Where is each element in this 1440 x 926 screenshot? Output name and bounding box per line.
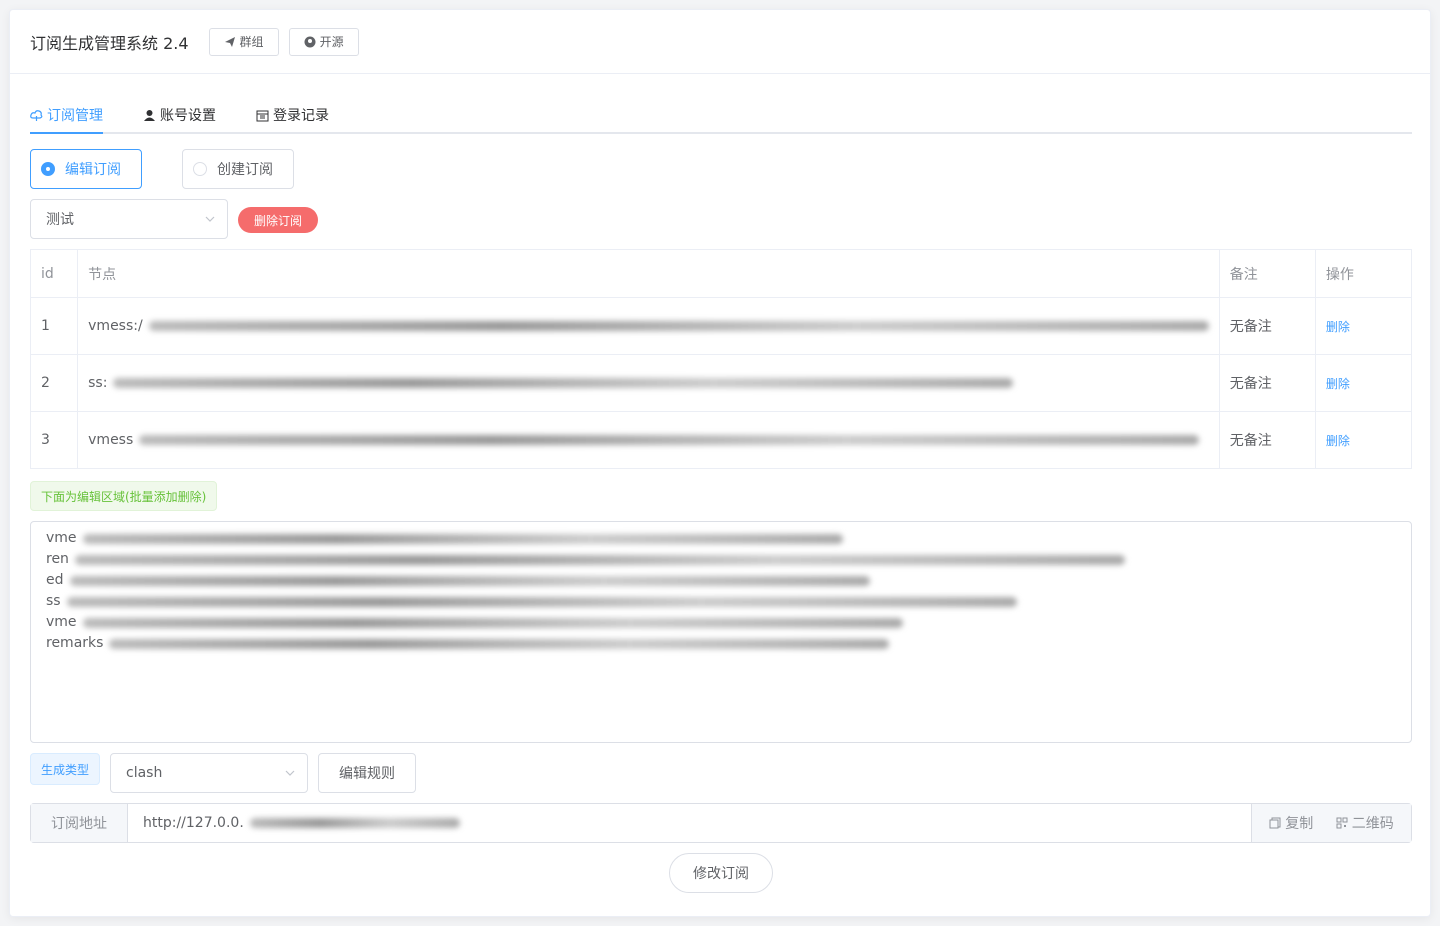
tab-label: 登录记录 <box>273 108 329 124</box>
redacted-content <box>113 378 1014 388</box>
generate-type-select[interactable]: clash <box>110 753 308 793</box>
textarea-line: remarks <box>46 633 1396 654</box>
line-text: remarks <box>46 635 104 651</box>
delete-row-link[interactable]: 删除 <box>1326 320 1350 334</box>
column-header-node: 节点 <box>77 249 1220 298</box>
github-icon <box>304 36 316 47</box>
redacted-content <box>82 533 843 544</box>
copy-button[interactable]: 复制 <box>1269 813 1313 833</box>
node-text: vmess <box>88 432 134 448</box>
line-text: ren <box>46 551 69 567</box>
user-icon <box>144 109 155 121</box>
redacted-content <box>69 575 870 586</box>
create-subscription-label: 创建订阅 <box>217 162 273 178</box>
column-header-action: 操作 <box>1315 249 1413 298</box>
textarea-line: vme <box>46 612 1396 633</box>
qrcode-icon <box>1336 817 1348 829</box>
redacted-content <box>66 596 1017 607</box>
row-remark: 无备注 <box>1219 297 1316 355</box>
textarea-line: ed <box>46 570 1396 591</box>
row-node: vmess <box>77 411 1220 469</box>
radio-checked-icon <box>41 162 55 176</box>
opensource-button[interactable]: 开源 <box>288 27 359 56</box>
textarea-line: ren <box>46 549 1396 570</box>
subscription-url-group: 订阅地址 http://127.0.0. 复制 二维码 <box>30 803 1412 843</box>
table-header-row: id 节点 备注 操作 <box>30 249 1413 298</box>
tab-account-settings[interactable]: 账号设置 <box>143 98 216 132</box>
row-id: 1 <box>30 297 79 355</box>
modify-subscription-button[interactable]: 修改订阅 <box>669 853 773 893</box>
tab-label: 账号设置 <box>160 108 216 124</box>
chevron-down-icon <box>285 770 295 776</box>
subscription-select-value: 测试 <box>46 212 74 228</box>
tabs: 订阅管理 账号设置 登录记录 <box>30 98 1412 134</box>
row-action-cell: 删除 <box>1315 297 1413 355</box>
line-text: vme <box>46 614 77 630</box>
tab-subscription-management[interactable]: 订阅管理 <box>30 98 103 134</box>
edit-subscription-label: 编辑订阅 <box>65 162 121 178</box>
table-row: 3 vmess 无备注 删除 <box>30 411 1413 469</box>
line-text: ed <box>46 572 64 588</box>
qrcode-button[interactable]: 二维码 <box>1336 813 1394 833</box>
url-actions: 复制 二维码 <box>1251 804 1411 842</box>
edit-subscription-radio[interactable]: 编辑订阅 <box>30 149 142 189</box>
tab-login-records[interactable]: 登录记录 <box>256 98 329 132</box>
qrcode-label: 二维码 <box>1351 816 1394 832</box>
card-header: 订阅生成管理系统 2.4 群组 开源 <box>10 10 1430 74</box>
subscription-url-value: http://127.0.0. <box>143 815 244 831</box>
redacted-content <box>109 638 890 649</box>
tab-label: 订阅管理 <box>47 108 103 124</box>
delete-subscription-button[interactable]: 删除订阅 <box>238 207 318 233</box>
row-remark: 无备注 <box>1219 411 1316 469</box>
nodes-table: id 节点 备注 操作 1 vmess:/ 无备注 删除 2 ss: 无备注 删… <box>30 249 1413 469</box>
group-button-label: 群组 <box>239 35 264 49</box>
row-node: vmess:/ <box>77 297 1220 355</box>
column-header-remark: 备注 <box>1219 249 1316 298</box>
textarea-line: ss <box>46 591 1396 612</box>
table-row: 1 vmess:/ 无备注 删除 <box>30 297 1413 355</box>
row-action-cell: 删除 <box>1315 354 1413 412</box>
redacted-content <box>148 321 1209 331</box>
copy-icon <box>1269 817 1281 829</box>
create-subscription-radio[interactable]: 创建订阅 <box>182 149 294 189</box>
redacted-content <box>74 554 1125 565</box>
redacted-content <box>249 818 460 828</box>
calendar-icon <box>256 110 269 121</box>
delete-row-link[interactable]: 删除 <box>1326 377 1350 391</box>
cloud-icon <box>30 109 43 121</box>
subscription-url-input[interactable]: http://127.0.0. <box>128 804 1251 842</box>
redacted-content <box>82 617 903 628</box>
node-text: ss: <box>88 375 108 391</box>
generate-type-value: clash <box>126 765 163 781</box>
subscription-select[interactable]: 测试 <box>30 199 228 239</box>
row-remark: 无备注 <box>1219 354 1316 412</box>
delete-row-link[interactable]: 删除 <box>1326 434 1350 448</box>
row-action-cell: 删除 <box>1315 411 1413 469</box>
send-icon <box>224 36 235 47</box>
app-title: 订阅生成管理系统 2.4 <box>30 33 189 53</box>
group-button[interactable]: 群组 <box>208 27 279 56</box>
chevron-down-icon <box>205 216 215 222</box>
generate-type-tag: 生成类型 <box>30 753 101 785</box>
radio-unchecked-icon <box>193 162 207 176</box>
line-text: vme <box>46 530 77 546</box>
redacted-content <box>139 435 1200 445</box>
row-node: ss: <box>77 354 1220 412</box>
row-id: 2 <box>30 354 79 412</box>
edit-rules-button[interactable]: 编辑规则 <box>318 753 416 793</box>
node-text: vmess:/ <box>88 318 143 334</box>
column-header-id: id <box>30 249 79 298</box>
nodes-textarea[interactable]: vme ren ed ss vme remarks <box>30 521 1412 743</box>
line-text: ss <box>46 593 61 609</box>
main-card: 订阅生成管理系统 2.4 群组 开源 订阅管理 账号设置 登录记录 编辑订阅 创… <box>9 9 1431 917</box>
copy-label: 复制 <box>1285 816 1314 832</box>
textarea-line: vme <box>46 528 1396 549</box>
row-id: 3 <box>30 411 79 469</box>
subscription-url-label: 订阅地址 <box>31 804 128 842</box>
opensource-button-label: 开源 <box>319 35 344 49</box>
table-row: 2 ss: 无备注 删除 <box>30 354 1413 412</box>
edit-area-info-tag: 下面为编辑区域(批量添加删除) <box>30 481 218 511</box>
